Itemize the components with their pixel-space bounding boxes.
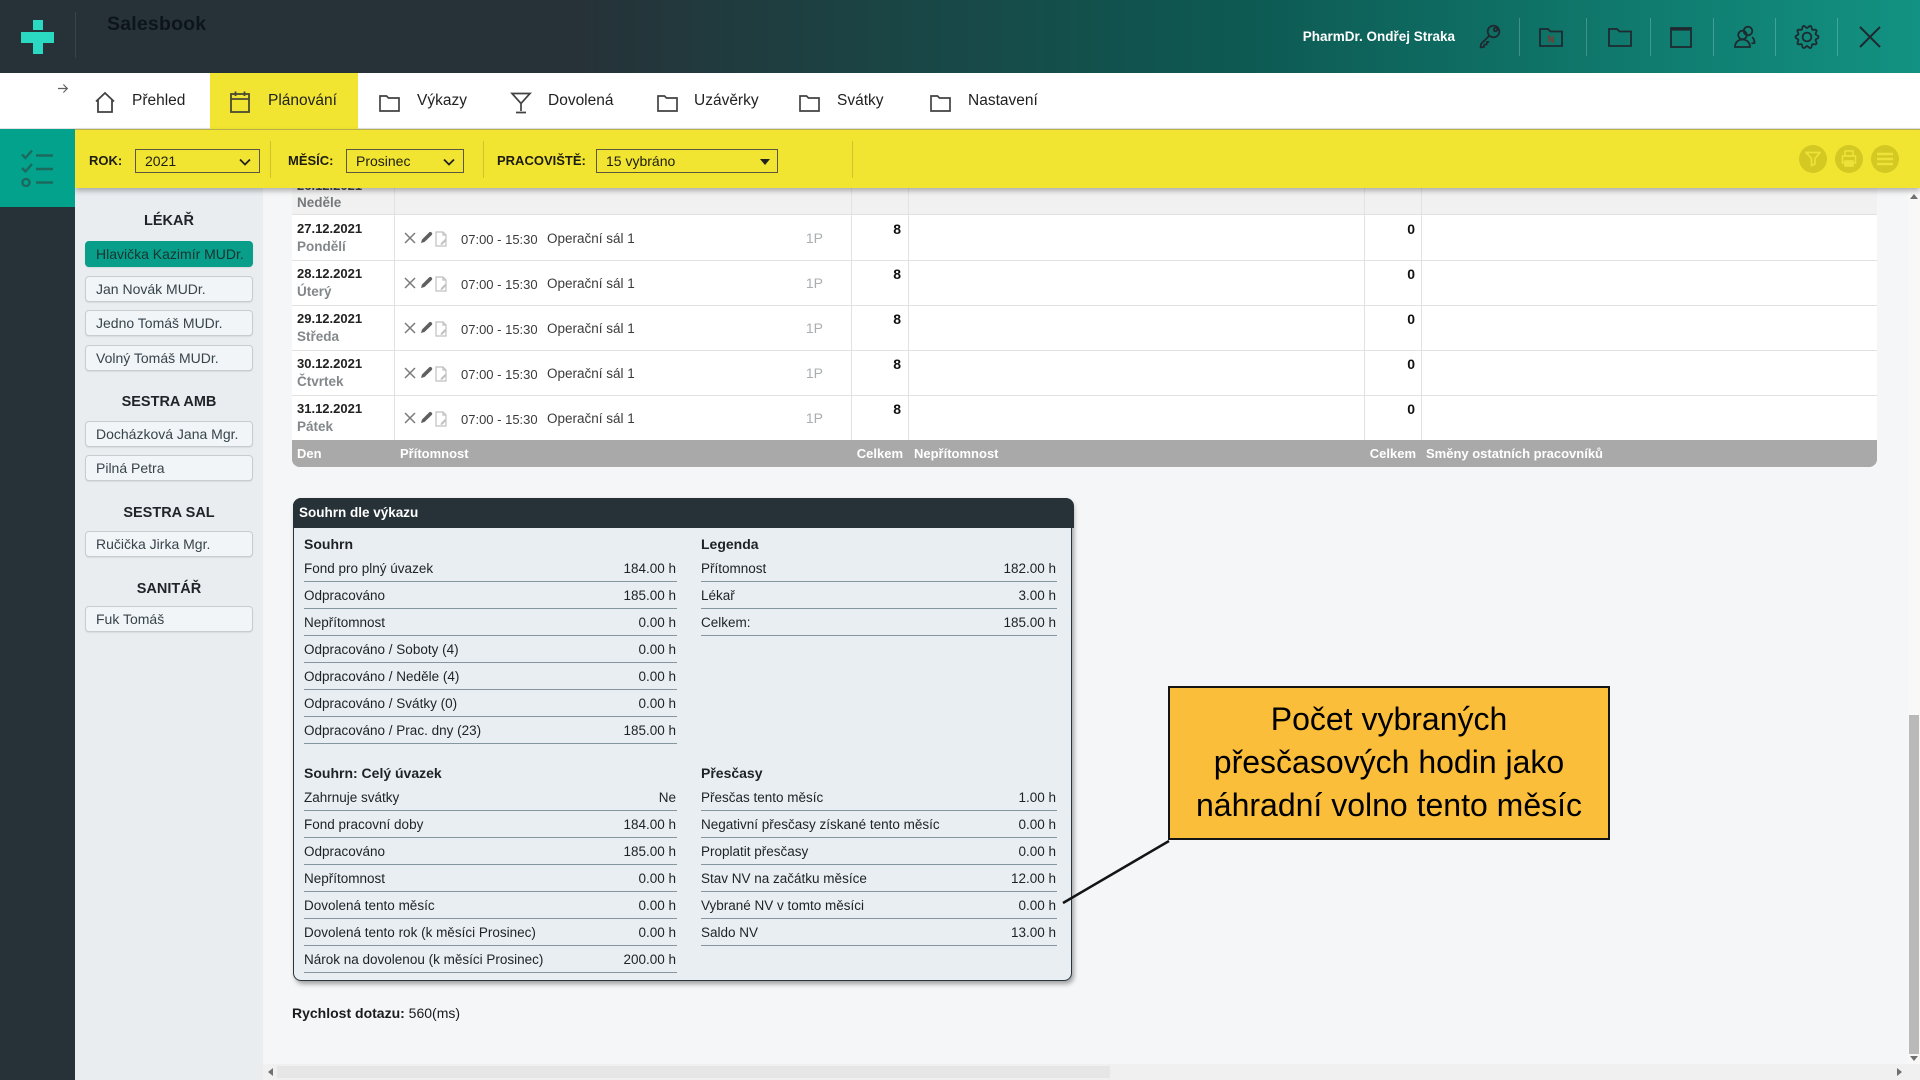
svg-text:N: N bbox=[1547, 35, 1554, 46]
